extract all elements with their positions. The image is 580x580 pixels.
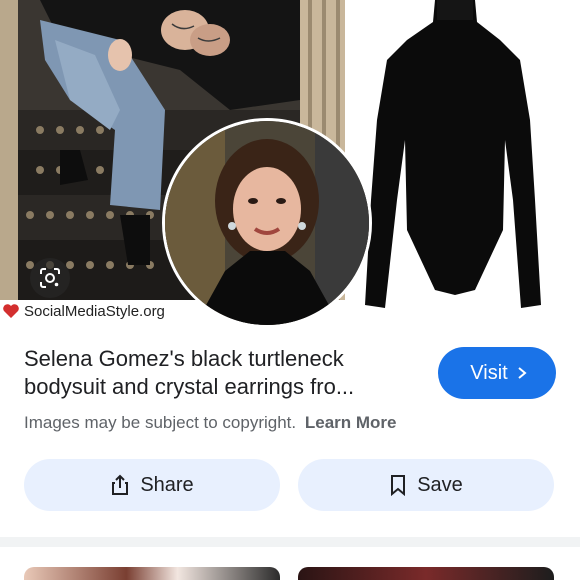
result-image-collage[interactable]: SocialMediaStyle.org [0, 0, 580, 330]
save-label: Save [417, 473, 463, 496]
lens-search-icon [40, 268, 60, 288]
section-divider [0, 537, 580, 547]
visual-search-button[interactable] [30, 258, 70, 298]
related-thumbnail[interactable] [298, 567, 554, 580]
watermark-text: SocialMediaStyle.org [24, 302, 165, 320]
visit-button[interactable]: Visit [438, 347, 556, 399]
source-watermark: SocialMediaStyle.org [2, 300, 171, 322]
share-button[interactable]: Share [24, 459, 280, 511]
related-thumbnail[interactable] [24, 567, 280, 580]
chevron-right-icon [518, 367, 527, 379]
result-title[interactable]: Selena Gomez's black turtleneck bodysuit… [24, 345, 414, 401]
related-results-strip [0, 567, 580, 580]
heart-logo-icon [2, 302, 20, 320]
copyright-text: Images may be subject to copyright. [24, 413, 297, 432]
share-icon [112, 474, 129, 495]
save-button[interactable]: Save [298, 459, 554, 511]
inset-portrait [162, 118, 372, 328]
visit-label: Visit [470, 361, 508, 384]
copyright-notice: Images may be subject to copyright. Lear… [24, 413, 397, 433]
bookmark-icon [391, 475, 406, 496]
share-label: Share [140, 473, 194, 496]
product-photo [345, 0, 580, 330]
learn-more-link[interactable]: Learn More [305, 413, 397, 432]
